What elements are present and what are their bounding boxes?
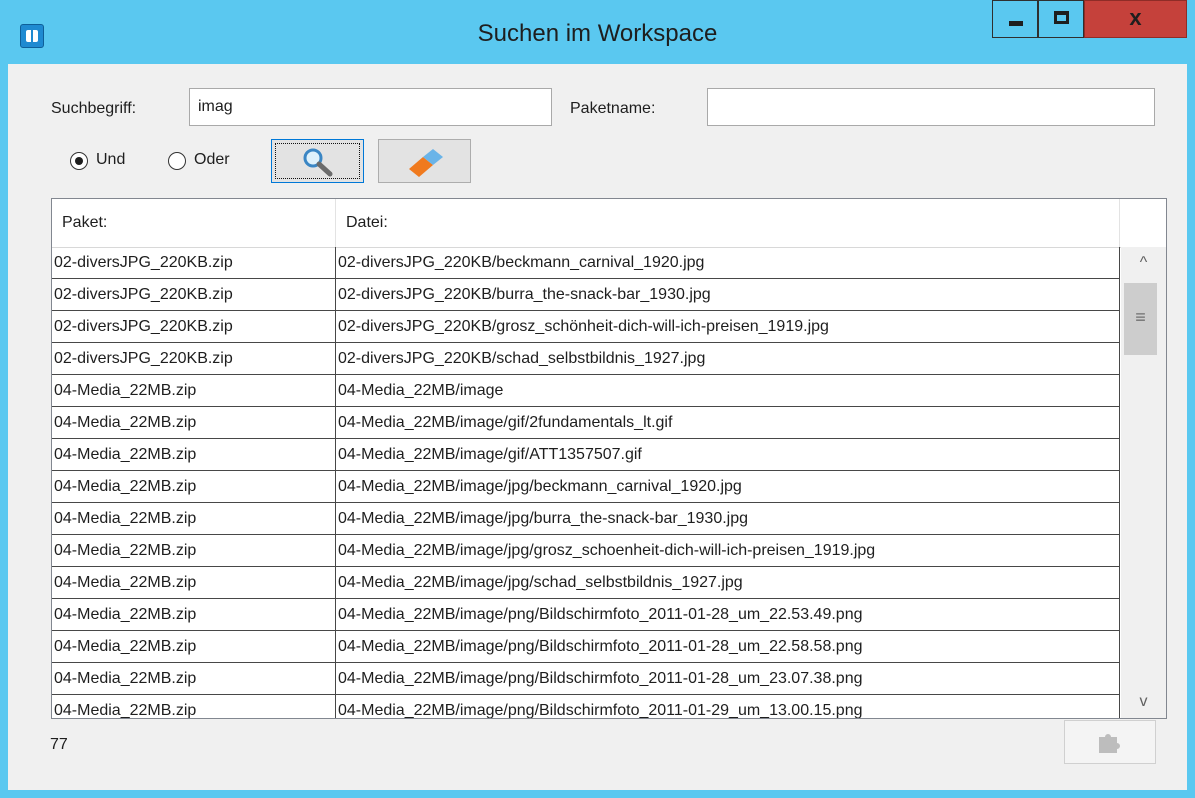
table-row[interactable]: 02-diversJPG_220KB.zip 02-diversJPG_220KB… [52, 279, 1120, 311]
minimize-icon [1009, 21, 1023, 26]
column-header-package[interactable]: Paket: [52, 199, 336, 247]
vertical-scrollbar[interactable]: ^ ≡ v [1121, 247, 1166, 718]
cell-package[interactable]: 04-Media_22MB.zip [52, 471, 336, 503]
cell-file[interactable]: 04-Media_22MB/image/jpg/schad_selbstbild… [336, 567, 1120, 599]
cell-package[interactable]: 02-diversJPG_220KB.zip [52, 311, 336, 343]
table-row[interactable]: 04-Media_22MB.zip 04-Media_22MB/image/jpg… [52, 471, 1120, 503]
close-icon: x [1129, 5, 1142, 30]
title-bar[interactable]: Suchen im Workspace x [0, 0, 1195, 64]
cell-package[interactable]: 04-Media_22MB.zip [52, 695, 336, 718]
or-label[interactable]: Oder [194, 151, 230, 169]
table-body: 02-diversJPG_220KB.zip 02-diversJPG_220KB… [52, 247, 1120, 718]
magnifier-icon [303, 148, 333, 177]
cell-file[interactable]: 04-Media_22MB/image/gif/2fundamentals_lt… [336, 407, 1120, 439]
table-row[interactable]: 04-Media_22MB.zip 04-Media_22MB/image [52, 375, 1120, 407]
or-radio[interactable] [168, 152, 186, 170]
table-row[interactable]: 04-Media_22MB.zip 04-Media_22MB/image/gif… [52, 439, 1120, 471]
cell-package[interactable]: 04-Media_22MB.zip [52, 407, 336, 439]
table-row[interactable]: 04-Media_22MB.zip 04-Media_22MB/image/jpg… [52, 503, 1120, 535]
eraser-icon [409, 149, 443, 177]
cell-package[interactable]: 04-Media_22MB.zip [52, 567, 336, 599]
table-row[interactable]: 02-diversJPG_220KB.zip 02-diversJPG_220KB… [52, 343, 1120, 375]
cell-file[interactable]: 04-Media_22MB/image/png/Bildschirmfoto_2… [336, 599, 1120, 631]
minimize-button[interactable] [992, 0, 1038, 38]
table-row[interactable]: 02-diversJPG_220KB.zip 02-diversJPG_220KB… [52, 247, 1120, 279]
cell-file[interactable]: 04-Media_22MB/image/jpg/beckmann_carniva… [336, 471, 1120, 503]
cell-package[interactable]: 02-diversJPG_220KB.zip [52, 279, 336, 311]
result-count: 77 [50, 736, 68, 753]
table-row[interactable]: 02-diversJPG_220KB.zip 02-diversJPG_220KB… [52, 311, 1120, 343]
cell-package[interactable]: 02-diversJPG_220KB.zip [52, 343, 336, 375]
table-row[interactable]: 04-Media_22MB.zip 04-Media_22MB/image/jpg… [52, 567, 1120, 599]
search-term-label: Suchbegriff: [51, 100, 137, 117]
scroll-up-icon[interactable]: ^ [1121, 247, 1166, 279]
table-row[interactable]: 04-Media_22MB.zip 04-Media_22MB/image/gif… [52, 407, 1120, 439]
grip-icon: ≡ [1135, 307, 1146, 327]
cell-file[interactable]: 04-Media_22MB/image [336, 375, 1120, 407]
close-button[interactable]: x [1084, 0, 1187, 38]
column-header-file[interactable]: Datei: [336, 199, 1120, 247]
table-row[interactable]: 04-Media_22MB.zip 04-Media_22MB/image/png… [52, 663, 1120, 695]
results-table[interactable]: Paket: Datei: 02-diversJPG_220KB.zip 02-d… [51, 198, 1167, 719]
scroll-down-icon[interactable]: v [1121, 686, 1166, 718]
and-radio[interactable] [70, 152, 88, 170]
client-area: Suchbegriff: Paketname: Und Oder Paket: … [8, 64, 1187, 790]
package-name-label: Paketname: [570, 100, 656, 117]
cell-file[interactable]: 04-Media_22MB/image/jpg/grosz_schoenheit… [336, 535, 1120, 567]
cell-package[interactable]: 04-Media_22MB.zip [52, 663, 336, 695]
cell-file[interactable]: 04-Media_22MB/image/jpg/burra_the-snack-… [336, 503, 1120, 535]
cell-package[interactable]: 02-diversJPG_220KB.zip [52, 247, 336, 279]
search-window: Suchen im Workspace x Suchbegriff: Paket… [0, 0, 1195, 798]
puzzle-icon [1099, 734, 1120, 753]
maximize-button[interactable] [1038, 0, 1084, 38]
cell-package[interactable]: 04-Media_22MB.zip [52, 375, 336, 407]
table-row[interactable]: 04-Media_22MB.zip 04-Media_22MB/image/jpg… [52, 535, 1120, 567]
cell-file[interactable]: 04-Media_22MB/image/png/Bildschirmfoto_2… [336, 663, 1120, 695]
search-term-input[interactable] [189, 88, 552, 126]
scroll-thumb[interactable]: ≡ [1124, 283, 1157, 355]
table-row[interactable]: 04-Media_22MB.zip 04-Media_22MB/image/png… [52, 599, 1120, 631]
cell-file[interactable]: 04-Media_22MB/image/png/Bildschirmfoto_2… [336, 631, 1120, 663]
and-label[interactable]: Und [96, 151, 125, 169]
cell-file[interactable]: 04-Media_22MB/image/png/Bildschirmfoto_2… [336, 695, 1120, 718]
search-button[interactable] [271, 139, 364, 183]
maximize-icon [1054, 11, 1069, 24]
cell-file[interactable]: 02-diversJPG_220KB/grosz_schönheit-dich-… [336, 311, 1120, 343]
package-name-input[interactable] [707, 88, 1155, 126]
cell-file[interactable]: 02-diversJPG_220KB/schad_selbstbildnis_1… [336, 343, 1120, 375]
cell-package[interactable]: 04-Media_22MB.zip [52, 439, 336, 471]
cell-file[interactable]: 02-diversJPG_220KB/beckmann_carnival_192… [336, 247, 1120, 279]
table-header: Paket: Datei: [52, 199, 1166, 248]
export-button[interactable] [1064, 720, 1156, 764]
cell-package[interactable]: 04-Media_22MB.zip [52, 503, 336, 535]
table-row[interactable]: 04-Media_22MB.zip 04-Media_22MB/image/png… [52, 695, 1120, 718]
cell-package[interactable]: 04-Media_22MB.zip [52, 631, 336, 663]
cell-package[interactable]: 04-Media_22MB.zip [52, 599, 336, 631]
cell-file[interactable]: 04-Media_22MB/image/gif/ATT1357507.gif [336, 439, 1120, 471]
clear-button[interactable] [378, 139, 471, 183]
cell-package[interactable]: 04-Media_22MB.zip [52, 535, 336, 567]
table-row[interactable]: 04-Media_22MB.zip 04-Media_22MB/image/png… [52, 631, 1120, 663]
cell-file[interactable]: 02-diversJPG_220KB/burra_the-snack-bar_1… [336, 279, 1120, 311]
